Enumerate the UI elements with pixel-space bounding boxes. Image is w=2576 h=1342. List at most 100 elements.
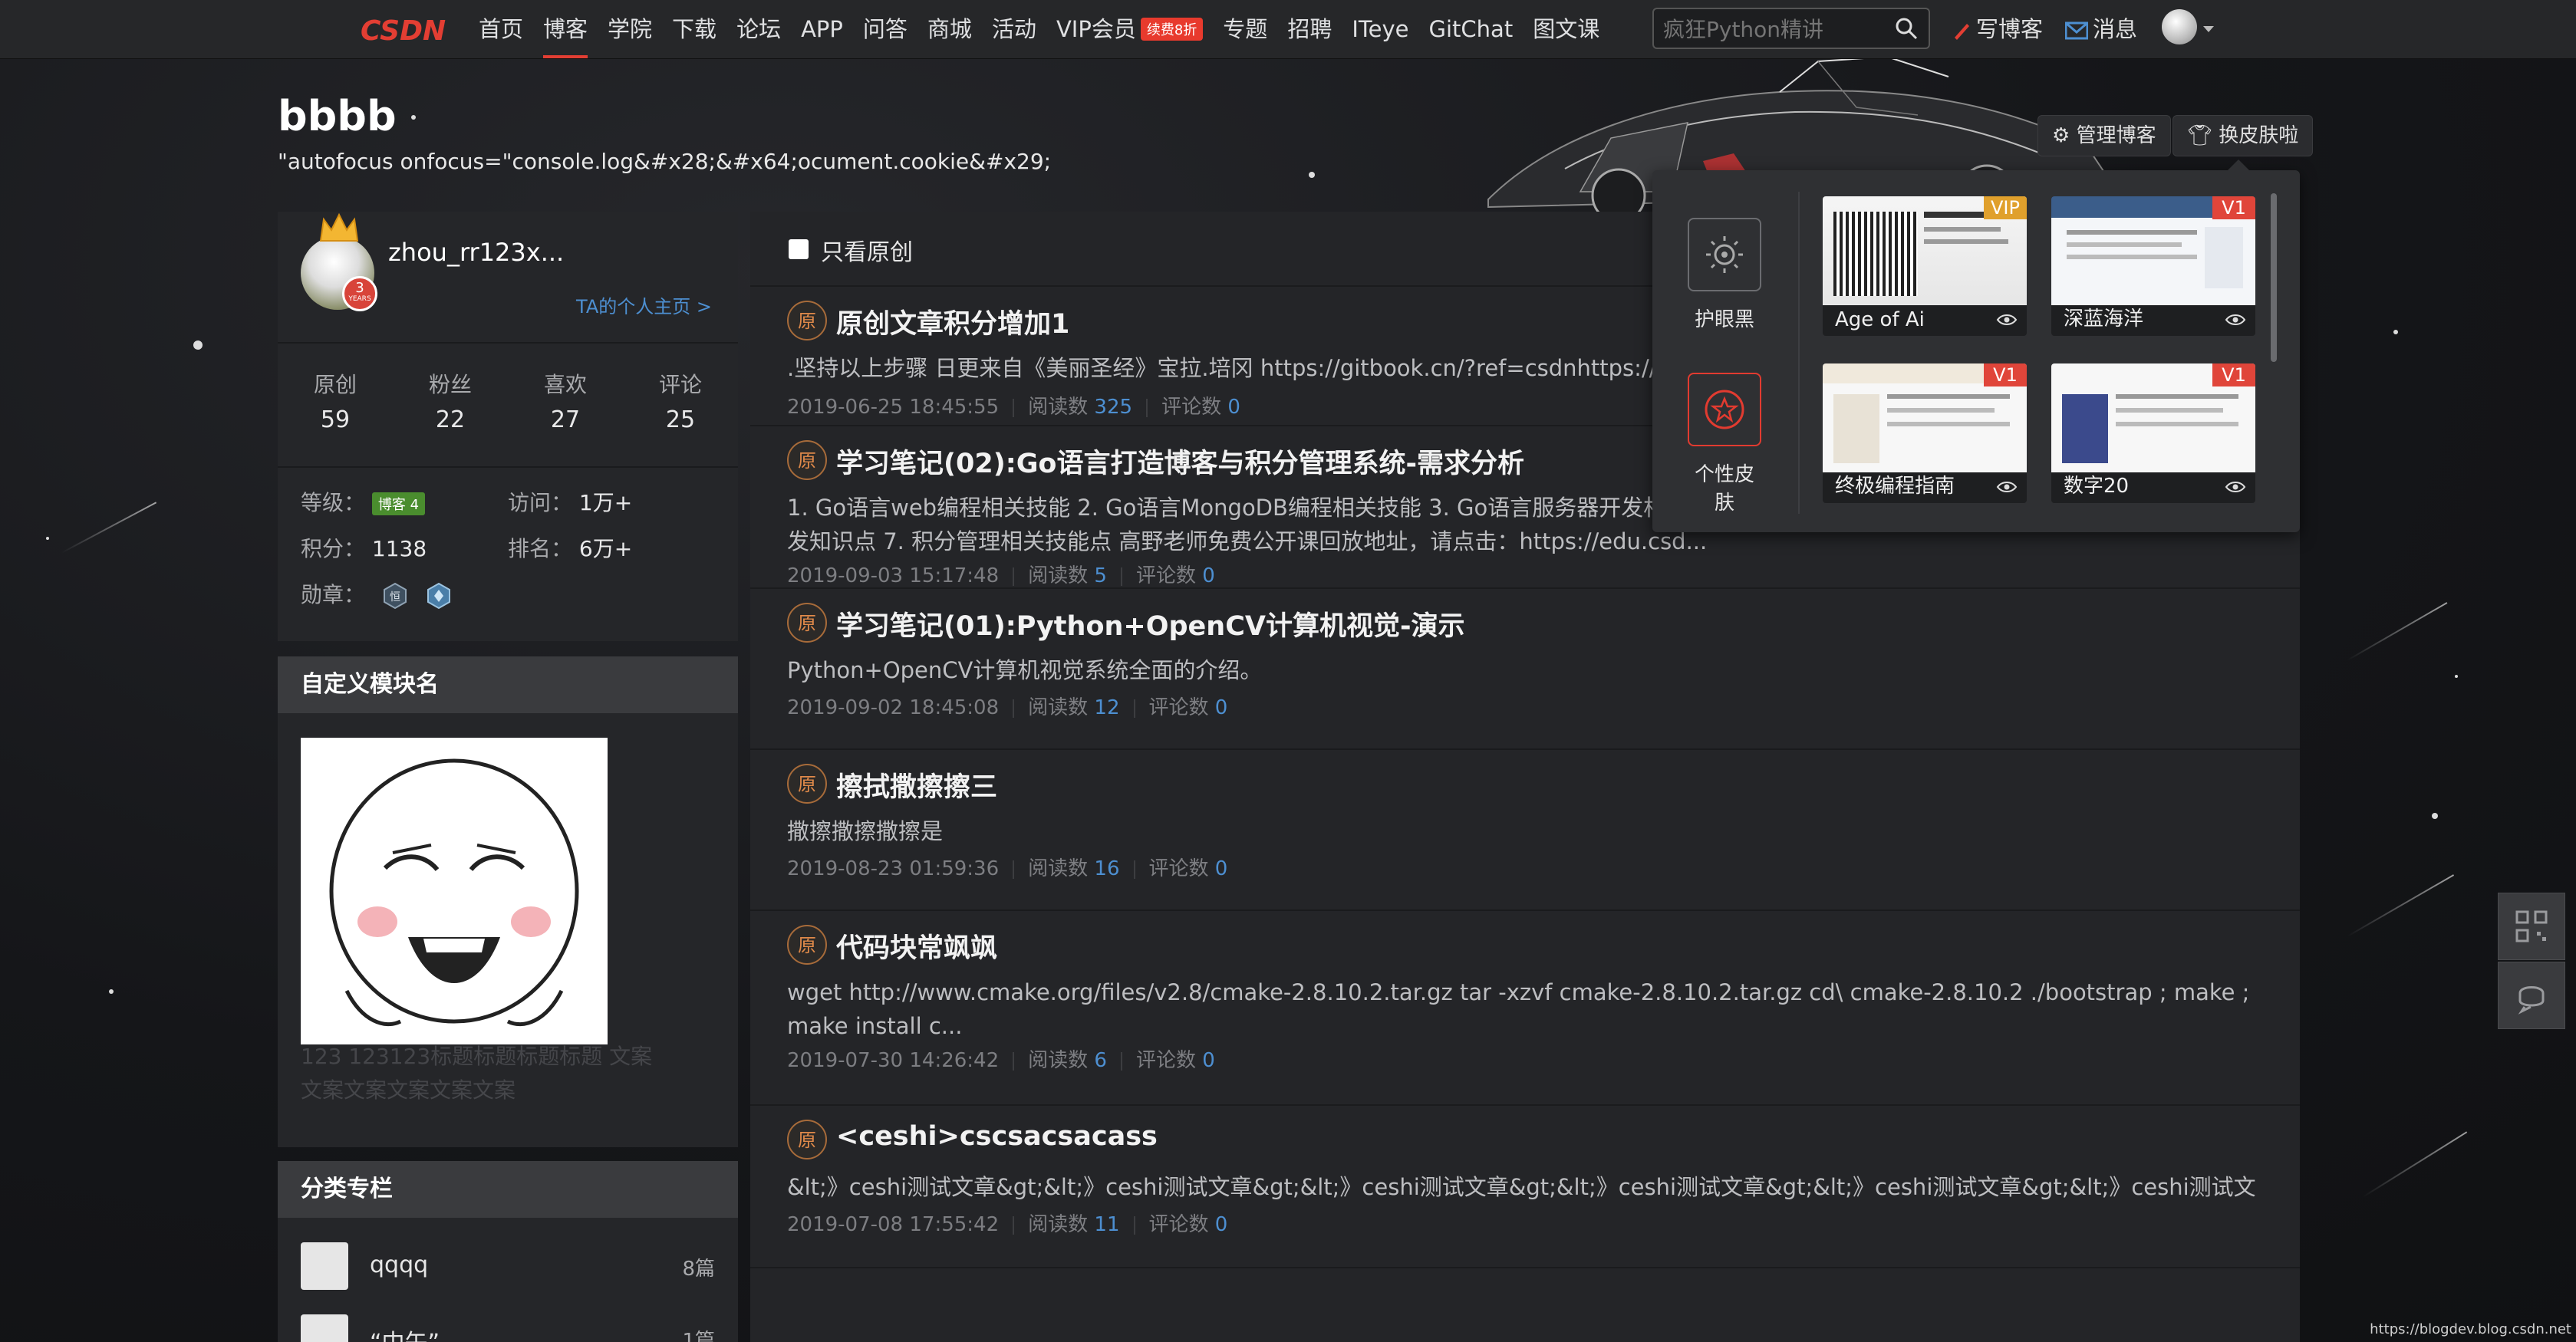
article-meta: 2019-09-03 15:17:48 阅读数 5 评论数 0 (787, 560, 1215, 588)
comments-label: 评论数 (1161, 396, 1222, 419)
svg-text:恒: 恒 (390, 591, 400, 604)
search-input[interactable] (1662, 14, 1887, 44)
divider (278, 466, 738, 468)
blog-title: bbbb (278, 92, 397, 140)
skin-option-custom[interactable]: 个性皮肤 (1688, 373, 1761, 515)
rank-info: 排名： 6万+ (508, 532, 632, 563)
theme-card-age-of-ai[interactable]: VIP Age of Ai (1823, 196, 2027, 336)
medal-icon[interactable]: 恒 (381, 582, 409, 610)
medals-label: 勋章： (301, 582, 366, 607)
years-badge: 3 YEARS (342, 276, 377, 311)
chat-bubble-icon (2518, 986, 2545, 1015)
eye-icon[interactable] (1996, 480, 2018, 494)
stat-likes[interactable]: 喜欢 27 (508, 368, 623, 433)
medal-icon[interactable] (425, 582, 453, 610)
change-skin-button[interactable]: 👕︎ 换皮肤啦 (2172, 115, 2314, 156)
skin-panel-scrollbar[interactable] (2271, 193, 2277, 362)
stat-comments[interactable]: 评论 25 (623, 368, 738, 433)
article-title[interactable]: 学习笔记(01):Python+OpenCV计算机视觉-演示 (836, 604, 1465, 643)
categories-title: 分类专栏 (278, 1161, 738, 1218)
divider (1013, 567, 1015, 586)
nav-item-mall[interactable]: 商城 (927, 0, 972, 58)
reads-count: 325 (1094, 396, 1133, 419)
category-item[interactable]: “中午” 1篇 (301, 1314, 715, 1342)
eye-icon[interactable] (2225, 480, 2246, 494)
comments-label: 评论数 (1148, 857, 1209, 880)
nav-item-events[interactable]: 活动 (992, 0, 1036, 58)
nav-item-forum[interactable]: 论坛 (736, 0, 781, 58)
skin-option-label: 护眼黑 (1694, 308, 1754, 331)
qr-code-button[interactable] (2498, 893, 2565, 960)
nav-item-blog[interactable]: 博客 (543, 0, 588, 58)
article-item[interactable]: 原 代码块常飒飒 wget http://www.cmake.org/files… (750, 911, 2300, 1106)
article-item[interactable]: 原 学习笔记(01):Python+OpenCV计算机视觉-演示 Python+… (750, 589, 2300, 750)
nav-item-app[interactable]: APP (801, 0, 843, 58)
article-title[interactable]: 代码块常飒飒 (836, 926, 997, 965)
stat-fans[interactable]: 粉丝 22 (393, 368, 508, 433)
level-badge[interactable]: 博客 4 (371, 492, 426, 515)
reads-label: 阅读数 (1028, 396, 1089, 419)
skin-option-eye-care[interactable]: 护眼黑 (1688, 218, 1761, 332)
category-count: 8篇 (682, 1258, 715, 1281)
only-original-checkbox[interactable] (789, 239, 809, 259)
divider (1013, 1215, 1015, 1235)
article-description: 撒擦撒擦撒擦是 (787, 818, 944, 844)
chevron-down-icon[interactable] (2203, 26, 2214, 32)
csdn-logo[interactable]: CSDN (359, 11, 463, 48)
nav-item-jobs[interactable]: 招聘 (1287, 0, 1332, 58)
v1-badge: V1 (2212, 196, 2255, 219)
nav-item-download[interactable]: 下载 (672, 0, 716, 58)
nav-item-gitchat[interactable]: GitChat (1429, 0, 1514, 58)
nav-item-courses[interactable]: 图文课 (1533, 0, 1599, 58)
theme-card-ultimate-programming[interactable]: V1 终极编程指南 (1823, 363, 2027, 503)
mail-icon (2065, 21, 2088, 40)
article-title[interactable]: 擦拭撒擦擦三 (836, 765, 997, 804)
nav-item-topics[interactable]: 专题 (1223, 0, 1267, 58)
nav-item-academy[interactable]: 学院 (608, 0, 652, 58)
comments-count: 0 (1202, 564, 1215, 587)
reads-count: 5 (1094, 564, 1107, 587)
profile-username[interactable]: zhou_rr123x... (388, 238, 564, 267)
level-info: 等级： 博客 4 (301, 486, 426, 517)
divider (1013, 1051, 1015, 1071)
category-name: qqqq (370, 1252, 429, 1278)
category-icon (301, 1242, 348, 1290)
nav-item-vip[interactable]: VIP会员 (1056, 0, 1136, 58)
comments-count: 0 (1202, 1049, 1215, 1072)
original-tag: 原 (787, 301, 827, 340)
nav-item-home[interactable]: 首页 (479, 0, 523, 58)
stat-original[interactable]: 原创 59 (278, 368, 393, 433)
nav-item-iteye[interactable]: ITeye (1352, 0, 1408, 58)
eye-icon[interactable] (1996, 313, 2018, 327)
article-item[interactable]: 原 <ceshi>cscsacsacass &lt;》ceshi测试文章&gt;… (750, 1106, 2300, 1268)
only-original-label[interactable]: 只看原创 (821, 233, 913, 267)
skin-popover: 护眼黑 个性皮肤 VIP Age of Ai V1 深蓝海洋 V1 终极编程指南… (1652, 160, 2300, 532)
messages-link[interactable]: 消息 (2065, 0, 2137, 58)
divider (278, 342, 738, 344)
article-item[interactable]: 原 擦拭撒擦擦三 撒擦撒擦撒擦是 2019-08-23 01:59:36 阅读数 … (750, 750, 2300, 911)
profile-homepage-link[interactable]: TA的个人主页 > (576, 291, 712, 318)
theme-card-deep-blue-ocean[interactable]: V1 深蓝海洋 (2051, 196, 2255, 336)
write-blog-link[interactable]: 写博客 (1952, 0, 2043, 58)
eye-icon[interactable] (2225, 313, 2246, 327)
star (2393, 330, 2398, 334)
v1-badge: V1 (1984, 363, 2027, 386)
preview-line (2116, 422, 2238, 426)
theme-card-number-20[interactable]: V1 数字20 (2051, 363, 2255, 503)
category-item[interactable]: qqqq 8篇 (301, 1242, 715, 1291)
reads-label: 阅读数 (1028, 857, 1089, 880)
manage-blog-button[interactable]: ⚙ 管理博客 (2037, 115, 2171, 156)
search-icon[interactable] (1895, 17, 1918, 40)
article-title[interactable]: 学习笔记(02):Go语言打造博客与积分管理系统-需求分析 (836, 442, 1524, 481)
article-title[interactable]: <ceshi>cscsacsacass (836, 1121, 1158, 1152)
article-description: Python+OpenCV计算机视觉系统全面的介绍。 (787, 657, 1263, 683)
customer-service-button[interactable] (2498, 962, 2565, 1029)
article-meta: 2019-06-25 18:45:55 阅读数 325 评论数 0 (787, 391, 1240, 419)
nav-item-qa[interactable]: 问答 (863, 0, 908, 58)
user-avatar[interactable] (2162, 9, 2197, 44)
article-title[interactable]: 原创文章积分增加1 (836, 302, 1069, 341)
stat-value: 27 (550, 406, 581, 433)
article-date: 2019-08-23 01:59:36 (787, 857, 1000, 880)
article-meta: 2019-09-02 18:45:08 阅读数 12 评论数 0 (787, 692, 1227, 720)
star (109, 989, 114, 994)
